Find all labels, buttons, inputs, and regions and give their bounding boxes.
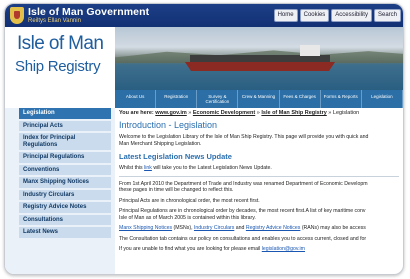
ship-registry-logo[interactable]: Isle of Man Ship Registry — [5, 27, 115, 90]
breadcrumb-current: Legislation — [332, 110, 360, 116]
email-paragraph: If you are unable to find what you are l… — [119, 246, 399, 253]
msn-suffix: (MSNs), — [172, 225, 194, 231]
regulations-paragraph: Principal Regulations are in chronologic… — [119, 208, 399, 221]
intro-line-2: Man Merchant Shipping Legislation. — [119, 140, 202, 147]
intro-text: Welcome to the Legislation Library of th… — [119, 134, 399, 147]
ran-suffix: (RANs) may also be access — [300, 225, 366, 231]
nav-registration[interactable]: Registration — [156, 90, 198, 108]
sidebar-item-index-principal-regulations[interactable]: Index for Principal Regulations — [19, 133, 111, 150]
consultation-paragraph: The Consultation tab contains our policy… — [119, 235, 367, 242]
government-subtitle: Reiltys Ellan Vannin — [28, 18, 81, 24]
nav-about-us[interactable]: About Us — [115, 90, 157, 108]
sidebar-item-principal-acts[interactable]: Principal Acts — [19, 120, 111, 131]
photo-ship-hull — [185, 62, 335, 71]
regulations-line-2: Isle of Man as of March 2005 is containe… — [119, 214, 256, 221]
top-link-cookies[interactable]: Cookies — [299, 9, 330, 22]
photo-ship-deck — [190, 55, 330, 63]
nav-fees-charges[interactable]: Fees & Charges — [280, 90, 321, 108]
news-heading: Latest Legislation News Update — [119, 152, 232, 161]
government-crest-icon[interactable] — [10, 7, 24, 24]
sidebar-item-manx-shipping-notices[interactable]: Manx Shipping Notices — [19, 177, 111, 188]
browser-frame: Isle of Man Government Reiltys Ellan Van… — [4, 3, 404, 275]
news-link-paragraph: Whilst this link will take you to the La… — [119, 165, 399, 172]
registry-advice-notices-link[interactable]: Registry Advice Notices — [246, 225, 301, 231]
top-link-home[interactable]: Home — [273, 9, 298, 22]
government-bar: Isle of Man Government Reiltys Ellan Van… — [5, 4, 403, 27]
main-content: You are here: www.gov.im » Economic Deve… — [119, 110, 399, 274]
main-navigation: About Us Registration Survey & Certifica… — [115, 90, 403, 108]
photo-ship-bridge — [300, 45, 320, 56]
sidebar-item-principal-regulations[interactable]: Principal Regulations — [19, 152, 111, 163]
intro-line-1: Welcome to the Legislation Library of th… — [119, 134, 369, 140]
nav-forms-reports[interactable]: Forms & Reports — [321, 90, 362, 108]
news-text-pre: Whilst this — [119, 165, 143, 171]
sidebar-item-latest-news[interactable]: Latest News — [19, 227, 111, 238]
header-ship-photo — [115, 27, 403, 90]
breadcrumb-ship-registry[interactable]: Isle of Man Ship Registry — [261, 110, 326, 116]
breadcrumb-economic-development[interactable]: Economic Development — [193, 110, 255, 116]
breadcrumb-gov[interactable]: www.gov.im — [155, 110, 186, 116]
top-link-search[interactable]: Search — [373, 9, 401, 22]
rename-paragraph: From 1st April 2010 the Department of Tr… — [119, 181, 399, 194]
top-link-accessibility[interactable]: Accessibility — [331, 9, 372, 22]
nav-legislation[interactable]: Legislation — [362, 90, 403, 108]
sidebar-item-registry-advice-notes[interactable]: Registry Advice Notes — [19, 202, 111, 213]
divider — [119, 175, 399, 177]
breadcrumb-label: You are here: — [119, 110, 154, 116]
page-title: Introduction - Legislation — [119, 120, 218, 130]
sidebar: Legislation Principal Acts Index for Pri… — [5, 108, 115, 274]
ic-suffix: and — [234, 225, 246, 231]
manx-shipping-notices-link[interactable]: Manx Shipping Notices — [119, 225, 172, 231]
acts-paragraph: Principal Acts are in chronological orde… — [119, 197, 260, 204]
sidebar-item-conventions[interactable]: Conventions — [19, 164, 111, 175]
sidebar-item-legislation[interactable]: Legislation — [19, 108, 111, 119]
nav-survey-certification[interactable]: Survey & Certification — [197, 90, 239, 108]
site-header: Isle of Man Ship Registry — [5, 27, 403, 90]
sidebar-item-industry-circulars[interactable]: Industry Circulars — [19, 189, 111, 200]
logo-line-2: Ship Registry — [15, 58, 101, 75]
news-text-post: will take you to the Latest Legislation … — [153, 165, 272, 171]
top-links: Home Cookies Accessibility Search — [273, 9, 401, 22]
sidebar-item-consultations[interactable]: Consultations — [19, 214, 111, 225]
government-title[interactable]: Isle of Man Government — [28, 6, 149, 18]
regulations-line-1: Principal Regulations are in chronologic… — [119, 208, 366, 214]
email-text: If you are unable to find what you are l… — [119, 246, 261, 252]
breadcrumb: You are here: www.gov.im » Economic Deve… — [119, 110, 360, 116]
notices-paragraph: Manx Shipping Notices (MSNs), Industry C… — [119, 225, 399, 232]
logo-line-1: Isle of Man — [17, 33, 104, 54]
nav-crew-manning[interactable]: Crew & Manning — [238, 90, 280, 108]
news-link[interactable]: link — [144, 165, 152, 171]
email-link[interactable]: legislation@gov.im — [262, 246, 305, 252]
rename-line-2: these pages in time will be changed to r… — [119, 187, 234, 193]
industry-circulars-link[interactable]: Industry Circulars — [194, 225, 234, 231]
